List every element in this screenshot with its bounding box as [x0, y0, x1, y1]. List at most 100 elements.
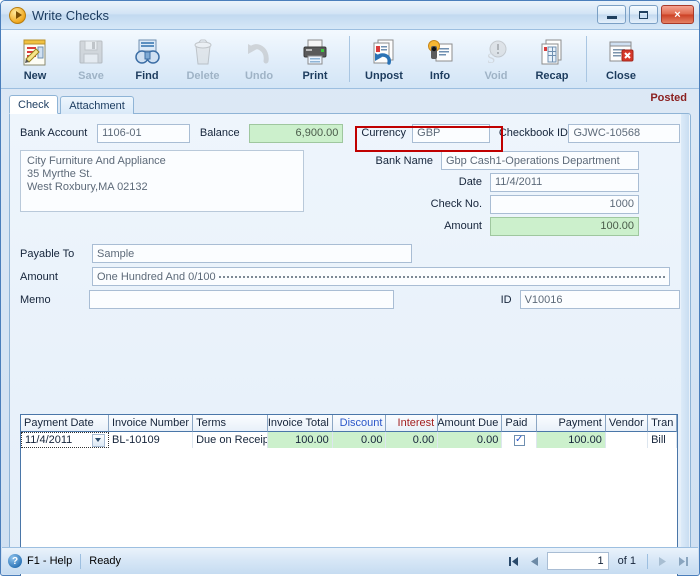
question-circle-icon[interactable]: ? [8, 554, 22, 568]
form-row-address: City Furniture And Appliance 35 Myrthe S… [20, 150, 680, 237]
grid-header-invoice-total[interactable]: Invoice Total [267, 415, 333, 432]
payable-to-field[interactable]: Sample [92, 244, 412, 263]
toolbar-button-recap[interactable]: Recap [524, 33, 580, 87]
cell-paid[interactable]: ✓ [502, 432, 537, 448]
cell-vendor[interactable] [606, 432, 649, 448]
window-controls: × [597, 5, 694, 24]
id-field[interactable]: V10016 [519, 290, 680, 309]
toolbar-button-new[interactable]: New [7, 33, 63, 87]
cell-discount[interactable]: 0.00 [332, 432, 387, 448]
status-badge-posted: Posted [650, 92, 687, 104]
play-circle-icon [9, 6, 26, 24]
grid-header-payment-date[interactable]: Payment Date [21, 415, 109, 432]
grid-header-paid[interactable]: Paid [502, 415, 537, 432]
status-state-label: Ready [89, 555, 122, 567]
toolbar-label-void: Void [484, 70, 508, 82]
cell-payment-date[interactable]: 11/4/2011 [21, 432, 109, 448]
write-checks-window: Write Checks × New Save Find Delete Undo… [0, 0, 700, 576]
unpost-icon [369, 36, 399, 68]
panel-scrollbar[interactable] [681, 114, 689, 564]
bank-name-field[interactable]: Gbp Cash1-Operations Department [441, 151, 639, 170]
memo-field[interactable] [88, 290, 394, 309]
toolbar-button-void[interactable]: S Void [468, 33, 524, 87]
toolbar-button-print[interactable]: Print [287, 33, 343, 87]
grid-header-invoice-number[interactable]: Invoice Number [108, 415, 194, 432]
grid-header-terms[interactable]: Terms [193, 415, 268, 432]
page-number-input[interactable]: 1 [546, 552, 609, 570]
grid-header-tran[interactable]: Tran [648, 415, 677, 432]
maximize-button[interactable] [629, 5, 658, 24]
floppy-disk-icon [76, 36, 106, 68]
toolbar-label-unpost: Unpost [365, 70, 403, 82]
cell-amount-due[interactable]: 0.00 [438, 432, 503, 448]
previous-record-button[interactable] [526, 553, 544, 570]
date-field[interactable]: 11/4/2011 [490, 172, 639, 192]
tab-attachment-label: Attachment [69, 100, 125, 112]
balance-label: Balance [199, 127, 240, 139]
bank-account-field[interactable]: 1106-01 [97, 123, 190, 143]
toolbar-label-recap: Recap [535, 70, 569, 82]
amount-label: Amount [444, 220, 482, 232]
checkbox-paid[interactable]: ✓ [513, 434, 525, 446]
tab-bar: Check Attachment [9, 95, 691, 114]
new-document-icon [20, 36, 50, 68]
toolbar-button-save[interactable]: Save [63, 33, 119, 87]
help-label[interactable]: F1 - Help [27, 555, 72, 567]
address-line-1: City Furniture And Appliance [27, 155, 166, 167]
binoculars-icon [132, 36, 162, 68]
amount-words-fill [218, 275, 665, 278]
last-record-button[interactable] [674, 553, 692, 570]
status-separator [80, 553, 82, 569]
check-no-field[interactable]: 1000 [490, 194, 639, 214]
cell-tran[interactable]: Bill [648, 432, 677, 448]
cell-interest[interactable]: 0.00 [386, 432, 439, 448]
amount-field[interactable]: 100.00 [490, 216, 639, 236]
grid-header-amount-due[interactable]: Amount Due [438, 415, 503, 432]
bank-account-label: Bank Account [20, 127, 88, 139]
tab-attachment[interactable]: Attachment [60, 96, 134, 114]
grid-header-payment[interactable]: Payment [536, 415, 606, 432]
info-icon [425, 36, 455, 68]
memo-label: Memo [20, 293, 51, 306]
toolbar-button-find[interactable]: Find [119, 33, 175, 87]
printer-icon [300, 36, 330, 68]
address-line-3: West Roxbury,MA 02132 [27, 181, 148, 193]
checkbook-id-field[interactable]: GJWC-10568 [568, 123, 680, 143]
grid-header-discount[interactable]: Discount [332, 415, 387, 432]
void-icon: S [481, 36, 511, 68]
chevron-down-icon[interactable] [91, 433, 105, 447]
currency-field[interactable]: GBP [412, 123, 490, 143]
minimize-button[interactable] [597, 5, 626, 24]
next-record-button[interactable] [653, 553, 671, 570]
grid-header-vendor[interactable]: Vendor [605, 415, 649, 432]
content-area: Check Attachment Posted Bank Account 110… [1, 89, 699, 576]
bank-name-row: Bank Name Gbp Cash1-Operations Departmen… [366, 150, 646, 171]
toolbar-button-undo[interactable]: Undo [231, 33, 287, 87]
payee-address-box[interactable]: City Furniture And Appliance 35 Myrthe S… [20, 150, 304, 212]
close-window-icon [606, 36, 636, 68]
cell-invoice-number[interactable]: BL-10109 [109, 432, 194, 448]
cell-terms[interactable]: Due on Receipt [193, 432, 268, 448]
tab-check[interactable]: Check [9, 95, 59, 114]
toolbar-label-delete: Delete [186, 70, 220, 82]
bank-name-label: Bank Name [375, 154, 433, 167]
amount-words-label: Amount [20, 270, 58, 283]
cell-invoice-total[interactable]: 100.00 [267, 432, 333, 448]
amount-words-field[interactable]: One Hundred And 0/100 [92, 267, 670, 286]
toolbar-label-undo: Undo [244, 70, 274, 82]
toolbar-button-delete[interactable]: Delete [175, 33, 231, 87]
toolbar-button-unpost[interactable]: Unpost [356, 33, 412, 87]
first-record-button[interactable] [505, 553, 523, 570]
cell-payment[interactable]: 100.00 [536, 432, 606, 448]
amount-words-value: One Hundred And 0/100 [97, 270, 216, 283]
close-button[interactable]: × [661, 5, 694, 24]
tab-check-label: Check [18, 99, 50, 111]
payable-to-label: Payable To [20, 247, 75, 260]
toolbar-button-close[interactable]: Close [593, 33, 649, 87]
toolbar-label-close: Close [606, 70, 636, 82]
cell-payment-date-value: 11/4/2011 [25, 434, 73, 446]
toolbar-button-info[interactable]: Info [412, 33, 468, 87]
table-row[interactable]: 11/4/2011 BL-10109 Due on Receipt 100.00… [21, 432, 677, 448]
check-details-group: Bank Name Gbp Cash1-Operations Departmen… [366, 150, 646, 237]
grid-header-interest[interactable]: Interest [386, 415, 439, 432]
